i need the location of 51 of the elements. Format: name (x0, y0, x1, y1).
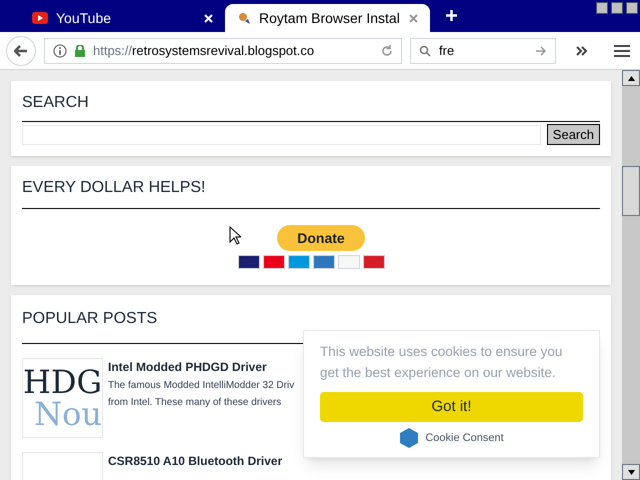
cookie-logo-icon (399, 428, 420, 448)
browser-tab[interactable]: YouTube (20, 4, 225, 32)
menu-icon[interactable] (614, 44, 630, 58)
post-excerpt: The famous Modded IntelliModder 32 Driv (108, 379, 294, 393)
post-title-link[interactable]: CSR8510 A10 Bluetooth Driver (108, 452, 282, 470)
thumbnail-text: HDG (22, 366, 102, 398)
lock-icon (75, 44, 85, 56)
got-it-button[interactable]: Got it! (320, 392, 583, 422)
scroll-thumb[interactable] (622, 166, 640, 216)
scroll-down-button[interactable] (622, 464, 640, 480)
cookie-brand: Cookie Consent (425, 430, 504, 446)
thumbnail-text: Nou (34, 398, 102, 430)
url-text: https://retrosystemsrevival.blogspot.co (93, 42, 316, 60)
reload-icon[interactable] (381, 44, 393, 56)
address-bar[interactable]: https://retrosystemsrevival.blogspot.co (44, 38, 402, 64)
minimize-icon[interactable] (596, 2, 608, 14)
tab-title: YouTube (56, 8, 112, 28)
search-text: fre (439, 42, 456, 60)
favicon-icon (237, 11, 251, 25)
payment-card-icon (262, 255, 284, 269)
search-icon (419, 44, 431, 56)
cookie-message: This website uses cookies to ensure you get the best experience on our website. (320, 343, 564, 382)
up-triangle-icon (628, 76, 634, 80)
browser-tab[interactable]: Roytam Browser Instal (225, 4, 430, 32)
new-tab-icon[interactable] (446, 10, 457, 21)
restore-icon[interactable] (611, 2, 623, 14)
search-bar[interactable]: fre (410, 38, 556, 64)
payment-card-icon (238, 255, 260, 269)
post-excerpt: from Intel. These many of these drivers (108, 396, 282, 410)
payment-card-icon (338, 255, 360, 269)
widget-title: EVERY DOLLAR HELPS! (22, 178, 206, 198)
down-triangle-icon (628, 470, 634, 474)
scroll-up-button[interactable] (622, 70, 640, 86)
donate-button[interactable]: Donate (277, 225, 365, 251)
payment-card-icon (362, 255, 384, 269)
play-icon (32, 12, 48, 24)
widget-title: SEARCH (22, 93, 90, 113)
payment-card-icon (312, 255, 334, 269)
maximize-icon[interactable] (626, 2, 638, 14)
widget-title: POPULAR POSTS (22, 309, 158, 329)
tab-title: Roytam Browser Instal (259, 8, 401, 28)
back-button[interactable] (6, 36, 36, 66)
search-button[interactable]: Search (546, 124, 600, 145)
search-input[interactable] (22, 124, 541, 144)
back-arrow-icon (14, 44, 28, 56)
post-title-link[interactable]: Intel Modded PHDGD Driver (108, 358, 294, 376)
go-arrow-icon[interactable] (536, 46, 547, 56)
payment-card-icon (288, 255, 310, 269)
mouse-pointer-icon (229, 226, 241, 245)
info-icon[interactable] (53, 44, 67, 58)
overflow-icon[interactable] (576, 46, 588, 56)
